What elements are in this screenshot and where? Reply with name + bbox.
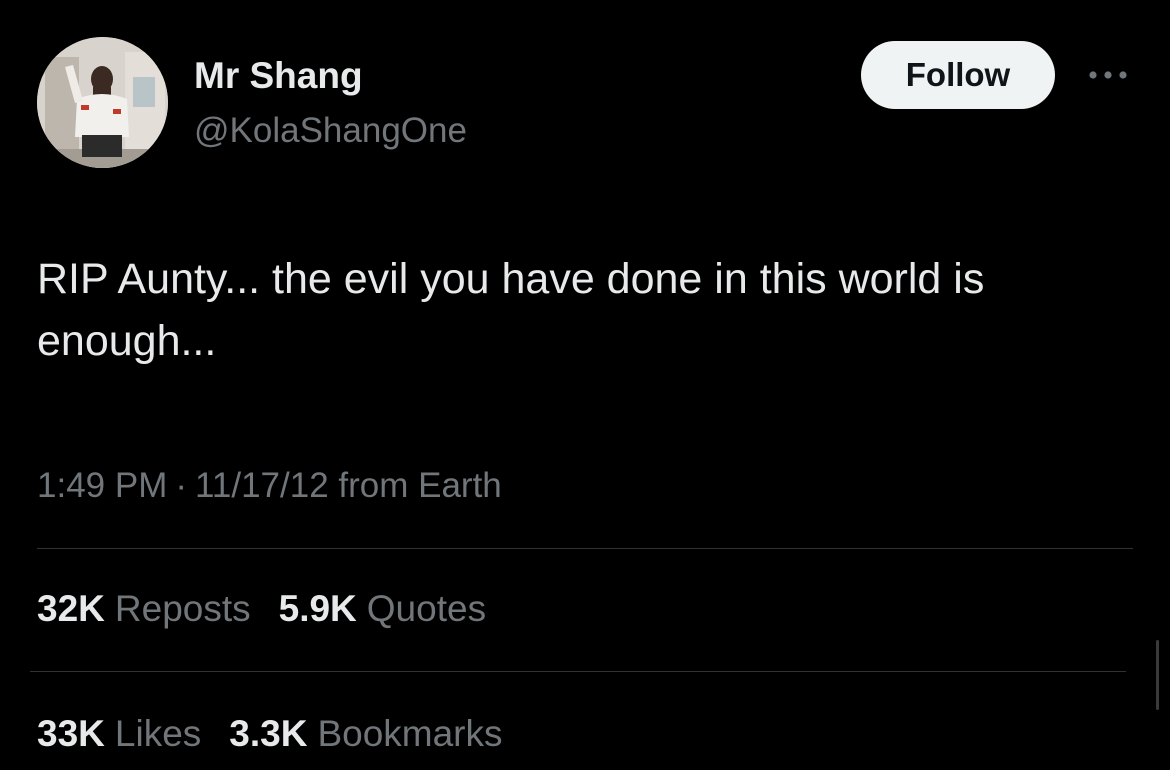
likes-stat[interactable]: 33K Likes (37, 711, 201, 757)
author-handle[interactable]: @KolaShangOne (194, 110, 467, 152)
divider (30, 671, 1126, 672)
meta-separator: · (175, 466, 188, 505)
author-display-name[interactable]: Mr Shang (194, 54, 363, 98)
likes-label: Likes (114, 713, 202, 754)
divider (37, 548, 1133, 549)
follow-button[interactable]: Follow (861, 41, 1055, 109)
engagement-stats-row: 32K Reposts 5.9K Quotes (37, 586, 486, 632)
tweet-meta: 1:49 PM · 11/17/12 from Earth (37, 464, 502, 508)
reposts-label: Reposts (114, 588, 251, 629)
more-options-button[interactable] (1086, 60, 1130, 90)
tweet-time[interactable]: 1:49 PM (37, 466, 167, 505)
scrollbar[interactable] (1156, 640, 1159, 710)
tweet-date-source: 11/17/12 from Earth (195, 466, 502, 505)
bookmarks-label: Bookmarks (317, 713, 503, 754)
quotes-stat[interactable]: 5.9K Quotes (279, 586, 486, 632)
quotes-count: 5.9K (278, 588, 357, 629)
bookmarks-stat[interactable]: 3.3K Bookmarks (229, 711, 502, 757)
reposts-stat[interactable]: 32K Reposts (37, 586, 251, 632)
likes-count: 33K (37, 713, 105, 754)
quotes-label: Quotes (366, 588, 487, 629)
bookmarks-count: 3.3K (229, 713, 308, 754)
profile-photo-icon (37, 37, 168, 168)
tweet-text: RIP Aunty... the evil you have done in t… (37, 255, 985, 365)
more-horizontal-icon (1089, 71, 1127, 79)
engagement-stats-row: 33K Likes 3.3K Bookmarks (37, 711, 503, 757)
reposts-count: 32K (37, 588, 105, 629)
avatar[interactable] (37, 37, 168, 168)
